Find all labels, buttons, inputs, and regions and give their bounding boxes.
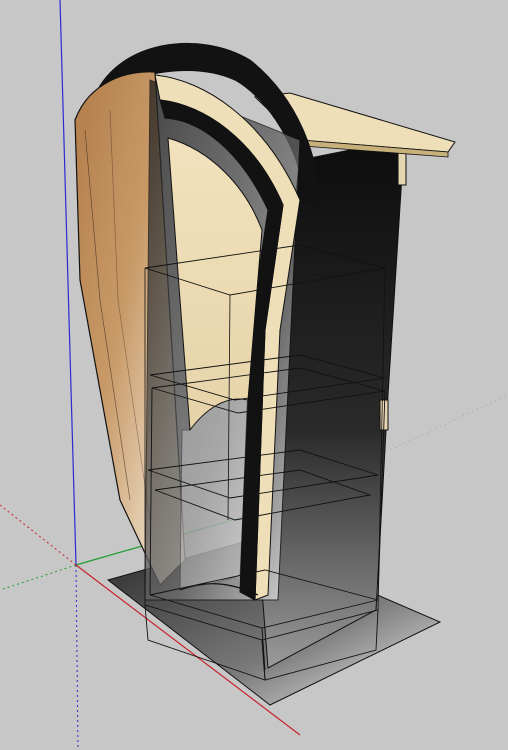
modeling-viewport[interactable] <box>0 0 508 750</box>
blue-axis-dotted <box>75 564 79 750</box>
blue-axis <box>59 0 77 566</box>
red-axis-dotted <box>0 504 77 566</box>
green-axis-dotted <box>0 564 77 591</box>
3d-canvas[interactable] <box>0 0 508 750</box>
